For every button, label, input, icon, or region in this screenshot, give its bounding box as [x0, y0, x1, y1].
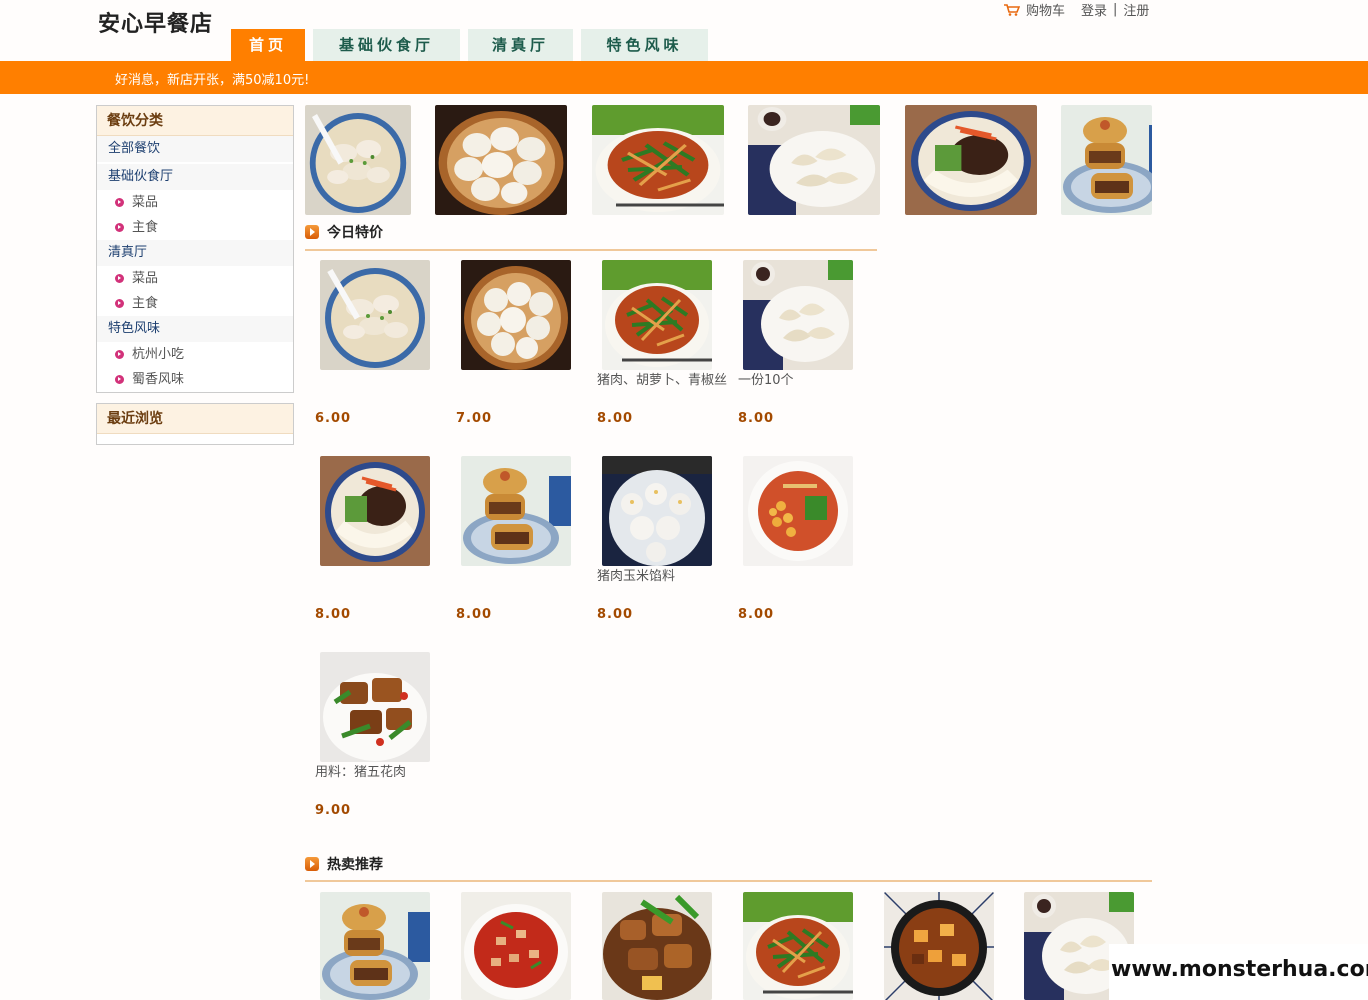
category-item-label: 菜品 [132, 271, 159, 286]
product-price: 8.00 [738, 607, 775, 622]
product-price: 8.00 [315, 607, 352, 622]
category-item-label: 杭州小吃 [132, 347, 185, 362]
category-item[interactable]: 菜品 [97, 190, 293, 215]
product-card[interactable]: 猪肉、胡萝卜、青椒丝 8.00 [597, 260, 732, 426]
category-item-label: 蜀香风味 [132, 372, 185, 387]
section-divider [305, 249, 877, 251]
product-card[interactable]: 7.00 [456, 260, 591, 426]
product-price: 9.00 [315, 803, 352, 818]
product-image[interactable] [743, 456, 853, 566]
header: 安心早餐店 购物车 登录 | 注册 首页 基础伙食厅 清真厅 特色风味 [0, 0, 1368, 61]
product-desc: 用料：猪五花肉 [315, 765, 407, 780]
product-image[interactable] [320, 456, 430, 566]
product-image[interactable] [320, 260, 430, 370]
today-special-heading: 今日特价 [305, 222, 383, 242]
category-item-label: 菜品 [132, 195, 159, 210]
category-group-basic[interactable]: 基础伙食厅 [97, 164, 293, 190]
hot-sale-image[interactable] [320, 892, 430, 1000]
bullet-arrow-icon [115, 198, 124, 207]
product-card[interactable]: 6.00 [315, 260, 450, 426]
register-link[interactable]: 注册 [1123, 0, 1149, 19]
today-special-title: 今日特价 [327, 225, 383, 241]
bullet-arrow-icon [115, 299, 124, 308]
user-links: 购物车 登录 | 注册 [1004, 0, 1149, 19]
strip-image[interactable] [748, 105, 880, 215]
strip-image[interactable] [305, 105, 411, 215]
category-group-halal[interactable]: 清真厅 [97, 240, 293, 266]
category-item[interactable]: 主食 [97, 215, 293, 240]
product-image[interactable] [743, 260, 853, 370]
category-item[interactable]: 蜀香风味 [97, 367, 293, 392]
product-image[interactable] [602, 456, 712, 566]
hot-sale-image[interactable] [884, 892, 994, 1000]
product-desc: 一份10个 [738, 373, 794, 388]
link-separator: | [1113, 2, 1118, 17]
category-item[interactable]: 主食 [97, 291, 293, 316]
tab-special-flavor[interactable]: 特色风味 [581, 29, 708, 61]
product-price: 8.00 [597, 607, 634, 622]
strip-image[interactable] [905, 105, 1037, 215]
product-price: 8.00 [597, 411, 634, 426]
product-desc: 猪肉、胡萝卜、青椒丝 [597, 373, 728, 388]
cart-link[interactable]: 购物车 [1026, 0, 1065, 19]
hot-sale-image[interactable] [743, 892, 853, 1000]
product-desc: 猪肉玉米馅料 [597, 569, 676, 584]
hot-sale-heading: 热卖推荐 [305, 854, 383, 874]
category-title: 餐饮分类 [97, 106, 293, 136]
product-card[interactable]: 猪肉玉米馅料 8.00 [597, 456, 732, 622]
product-card[interactable]: 8.00 [315, 456, 450, 622]
tab-basic-canteen[interactable]: 基础伙食厅 [313, 29, 460, 61]
product-card[interactable]: 一份10个 8.00 [738, 260, 873, 426]
product-price: 8.00 [738, 411, 775, 426]
store-logo[interactable]: 安心早餐店 [98, 6, 213, 38]
category-item[interactable]: 杭州小吃 [97, 342, 293, 367]
tab-home[interactable]: 首页 [231, 29, 305, 61]
product-card[interactable]: 用料：猪五花肉 9.00 [315, 652, 450, 818]
section-divider [305, 880, 1152, 882]
product-image[interactable] [320, 652, 430, 762]
category-group-special[interactable]: 特色风味 [97, 316, 293, 342]
promo-banner: 好消息，新店开张，满50减10元! [0, 61, 1368, 94]
bullet-arrow-icon [115, 223, 124, 232]
section-arrow-icon [305, 225, 319, 239]
product-image[interactable] [461, 260, 571, 370]
product-card[interactable]: 8.00 [738, 456, 873, 622]
product-card[interactable]: 8.00 [456, 456, 591, 622]
strip-image[interactable] [1061, 105, 1152, 215]
product-price: 6.00 [315, 411, 352, 426]
product-image[interactable] [461, 456, 571, 566]
product-price: 7.00 [456, 411, 493, 426]
main-nav: 首页 基础伙食厅 清真厅 特色风味 [231, 29, 716, 61]
bullet-arrow-icon [115, 274, 124, 283]
bullet-arrow-icon [115, 375, 124, 384]
watermark: www.monsterhua.com [1109, 944, 1368, 1000]
recent-title: 最近浏览 [97, 404, 293, 434]
category-item-label: 主食 [132, 220, 159, 235]
hot-sale-image[interactable] [602, 892, 712, 1000]
category-item[interactable]: 菜品 [97, 266, 293, 291]
category-item-label: 主食 [132, 296, 159, 311]
section-arrow-icon [305, 857, 319, 871]
strip-image[interactable] [592, 105, 724, 215]
tab-halal-hall[interactable]: 清真厅 [468, 29, 573, 61]
hot-sale-title: 热卖推荐 [327, 857, 383, 873]
promo-text: 好消息，新店开张，满50减10元! [115, 73, 310, 88]
category-box: 餐饮分类 全部餐饮 基础伙食厅 菜品 主食 清真厅 菜品 主食 特色风味 杭州小… [96, 105, 294, 393]
shopping-cart-icon[interactable] [1004, 3, 1020, 16]
login-link[interactable]: 登录 [1081, 0, 1107, 19]
product-price: 8.00 [456, 607, 493, 622]
sidebar: 餐饮分类 全部餐饮 基础伙食厅 菜品 主食 清真厅 菜品 主食 特色风味 杭州小… [96, 105, 294, 445]
product-image[interactable] [602, 260, 712, 370]
bullet-arrow-icon [115, 350, 124, 359]
recent-box: 最近浏览 [96, 403, 294, 445]
category-all[interactable]: 全部餐饮 [97, 136, 293, 162]
strip-image[interactable] [435, 105, 567, 215]
hot-sale-image[interactable] [461, 892, 571, 1000]
